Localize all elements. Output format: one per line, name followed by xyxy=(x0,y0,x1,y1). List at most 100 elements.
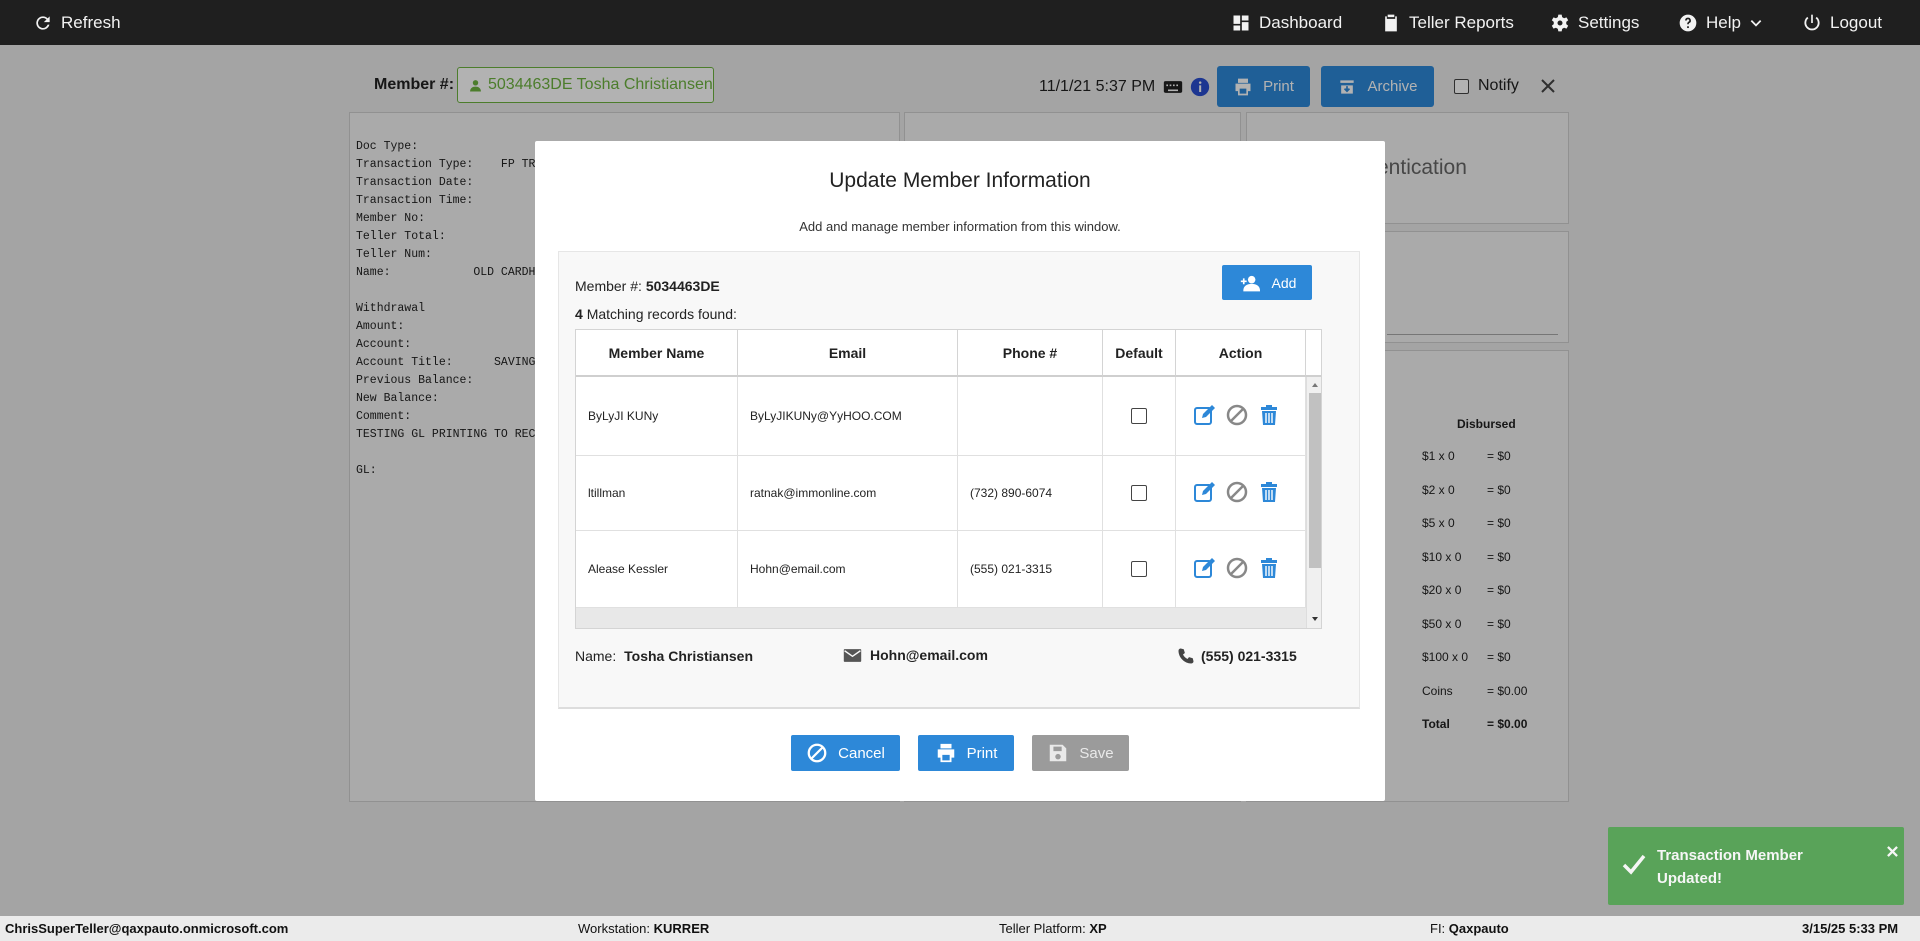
floppy-disk-icon xyxy=(1050,744,1067,762)
checkmark-icon xyxy=(1622,854,1646,875)
gear-icon xyxy=(1551,14,1569,31)
workstation-value: KURRER xyxy=(653,921,710,936)
envelope-icon xyxy=(843,648,862,662)
col-member-name[interactable]: Member Name xyxy=(576,330,738,377)
scroll-thumb[interactable] xyxy=(1309,393,1321,568)
cell-default xyxy=(1103,531,1176,607)
table-row[interactable]: Alease Kessler Hohn@email.com (555) 021-33… xyxy=(576,531,1306,608)
table-scrollbar[interactable] xyxy=(1306,377,1321,628)
match-label: Matching records found: xyxy=(586,306,737,322)
edit-icon xyxy=(1194,404,1215,425)
trash-icon xyxy=(1261,404,1277,425)
add-user-icon xyxy=(1240,275,1260,291)
toast-close-icon[interactable] xyxy=(1887,846,1898,857)
selected-name-label: Name: xyxy=(575,648,617,664)
trash-icon xyxy=(1261,481,1277,502)
member-table: Member Name Email Phone # Default Action… xyxy=(575,329,1322,629)
status-workstation: Workstation: KURRER xyxy=(578,921,709,936)
delete-button[interactable] xyxy=(1257,556,1281,583)
status-platform: Teller Platform: XP xyxy=(999,921,1107,936)
match-count-text: 4 Matching records found: xyxy=(575,306,737,322)
edit-icon xyxy=(1194,481,1215,502)
status-datetime: 3/15/25 5:33 PM xyxy=(1802,921,1899,936)
cell-action xyxy=(1176,456,1306,530)
edit-button[interactable] xyxy=(1193,403,1217,430)
cell-member-name: ltillman xyxy=(576,456,738,530)
cancel-label: Cancel xyxy=(838,744,885,762)
refresh-button[interactable]: Refresh xyxy=(33,0,121,45)
status-fi: FI: Qaxpauto xyxy=(1430,921,1509,936)
modal-member-value: 5034463DE xyxy=(645,278,720,294)
scroll-up-icon[interactable] xyxy=(1310,381,1320,389)
nav-teller-reports-label: Teller Reports xyxy=(1409,12,1514,32)
modal-member-label: Member #: xyxy=(575,278,642,294)
edit-button[interactable] xyxy=(1193,480,1217,507)
selected-phone: (555) 021-3315 xyxy=(1177,647,1297,665)
toast-line-2: Updated! xyxy=(1657,870,1722,887)
disable-button[interactable] xyxy=(1225,556,1249,583)
platform-label: Teller Platform: xyxy=(999,921,1086,936)
cancel-button[interactable]: Cancel xyxy=(791,735,900,771)
cell-member-name: ByLyJI KUNy xyxy=(576,377,738,455)
delete-button[interactable] xyxy=(1257,403,1281,430)
table-row[interactable]: ltillman ratnak@immonline.com (732) 890-60… xyxy=(576,456,1306,531)
selected-email-value: Hohn@email.com xyxy=(870,647,988,663)
fi-label: FI: xyxy=(1430,921,1446,936)
add-label: Add xyxy=(1271,274,1297,291)
col-phone[interactable]: Phone # xyxy=(958,330,1103,377)
cell-default xyxy=(1103,456,1176,530)
nav-settings[interactable]: Settings xyxy=(1550,0,1639,45)
clipboard-icon xyxy=(1385,14,1397,31)
phone-icon xyxy=(1178,648,1194,664)
member-records-panel: Member #: 5034463DE 4 Matching records f… xyxy=(558,251,1360,709)
cell-default xyxy=(1103,377,1176,455)
table-row-partial xyxy=(576,608,1306,628)
trash-icon xyxy=(1261,557,1277,578)
scroll-down-icon[interactable] xyxy=(1310,615,1320,623)
cell-action xyxy=(1176,377,1306,455)
match-count: 4 xyxy=(575,306,583,322)
cell-phone xyxy=(958,377,1103,455)
nav-help-label: Help xyxy=(1706,12,1741,32)
modal-subtitle: Add and manage member information from t… xyxy=(799,219,1121,234)
col-action[interactable]: Action xyxy=(1176,330,1306,377)
disable-button[interactable] xyxy=(1225,480,1249,507)
table-row[interactable]: ByLyJI KUNy ByLyJIKUNy@YyHOO.COM xyxy=(576,377,1306,456)
nav-dashboard[interactable]: Dashboard xyxy=(1231,0,1342,45)
default-checkbox[interactable] xyxy=(1131,485,1147,501)
refresh-label: Refresh xyxy=(61,12,121,32)
ban-icon xyxy=(807,743,827,763)
default-checkbox[interactable] xyxy=(1131,408,1147,424)
refresh-icon xyxy=(36,15,50,30)
default-checkbox[interactable] xyxy=(1131,561,1147,577)
nav-teller-reports[interactable]: Teller Reports xyxy=(1381,0,1514,45)
status-user: ChrisSuperTeller@qaxpauto.onmicrosoft.co… xyxy=(5,921,289,936)
cell-phone: (732) 890-6074 xyxy=(958,456,1103,530)
cell-phone: (555) 021-3315 xyxy=(958,531,1103,607)
save-button[interactable]: Save xyxy=(1032,735,1129,771)
col-email[interactable]: Email xyxy=(738,330,958,377)
cell-email: Hohn@email.com xyxy=(738,531,958,607)
disable-icon xyxy=(1226,557,1248,578)
cell-action xyxy=(1176,531,1306,607)
success-toast: Transaction Member Updated! xyxy=(1608,827,1904,905)
delete-button[interactable] xyxy=(1257,480,1281,507)
nav-help[interactable]: Help xyxy=(1678,0,1763,45)
add-member-button[interactable]: Add xyxy=(1222,265,1312,300)
top-nav-bar: Refresh Dashboard Teller Reports Setting… xyxy=(0,0,1920,45)
logout-button[interactable]: Logout xyxy=(1802,0,1882,45)
fi-value: Qaxpauto xyxy=(1448,921,1509,936)
col-default[interactable]: Default xyxy=(1103,330,1176,377)
modal-title: Update Member Information xyxy=(829,169,1091,192)
status-bar: ChrisSuperTeller@qaxpauto.onmicrosoft.co… xyxy=(0,916,1920,941)
modal-print-button[interactable]: Print xyxy=(918,735,1014,771)
selected-name-value: Tosha Christiansen xyxy=(624,648,754,664)
edit-button[interactable] xyxy=(1193,556,1217,583)
selected-name: Name: Tosha Christiansen xyxy=(575,648,753,664)
disable-icon xyxy=(1226,404,1248,425)
platform-value: XP xyxy=(1089,921,1107,936)
disable-button[interactable] xyxy=(1225,403,1249,430)
dashboard-icon xyxy=(1233,15,1249,30)
selected-email: Hohn@email.com xyxy=(843,647,988,663)
chevron-down-icon xyxy=(1750,19,1762,27)
